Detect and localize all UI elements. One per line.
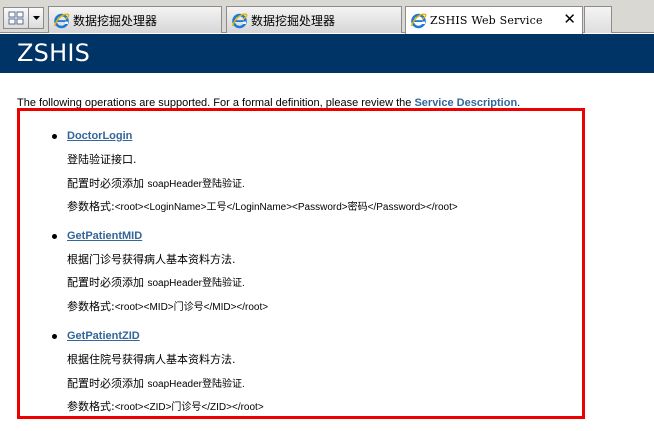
list-bullet bbox=[52, 334, 57, 339]
operation-config-note: 配置时必须添加 soapHeader登陆验证. bbox=[67, 175, 245, 191]
tab-1[interactable]: 数据挖掘处理器 bbox=[48, 6, 222, 33]
operation-config-note: 配置时必须添加 soapHeader登陆验证. bbox=[67, 274, 245, 290]
tab-list-button[interactable] bbox=[29, 7, 44, 29]
tab-3-active[interactable]: ZSHIS Web Service ✕ bbox=[405, 6, 583, 34]
format-value: <root><ZID>门诊号</ZID></root> bbox=[114, 402, 264, 413]
browser-tab-bar: 数据挖掘处理器 数据挖掘处理器 ZSHIS Web Service ✕ bbox=[0, 0, 654, 34]
operation-link-get-patient-mid[interactable]: GetPatientMID bbox=[67, 230, 142, 242]
operation-config-note: 配置时必须添加 soapHeader登陆验证. bbox=[67, 375, 245, 391]
operation-link-doctor-login[interactable]: DoctorLogin bbox=[67, 130, 132, 142]
operation-param-format: 参数格式:<root><LoginName>工号</LoginName><Pas… bbox=[67, 198, 458, 214]
service-header: ZSHIS bbox=[0, 34, 654, 73]
tab-label: 数据挖掘处理器 bbox=[73, 13, 158, 28]
list-bullet bbox=[52, 234, 57, 239]
format-value: <root><LoginName>工号</LoginName><Password… bbox=[114, 202, 458, 213]
operation-description: 根据住院号获得病人基本资料方法. bbox=[67, 353, 236, 366]
format-prefix: 参数格式: bbox=[67, 400, 115, 413]
operation-description: 根据门诊号获得病人基本资料方法. bbox=[67, 253, 236, 266]
list-bullet bbox=[52, 134, 57, 139]
tab-label: ZSHIS Web Service bbox=[430, 14, 543, 27]
config-prefix: 配置时必须添加 bbox=[67, 177, 144, 190]
operation-param-format: 参数格式:<root><MID>门诊号</MID></root> bbox=[67, 298, 268, 314]
operation-description: 登陆验证接口. bbox=[67, 153, 137, 166]
format-prefix: 参数格式: bbox=[67, 300, 115, 313]
ie-icon bbox=[410, 13, 427, 29]
format-prefix: 参数格式: bbox=[67, 200, 115, 213]
config-header: soapHeader登陆验证. bbox=[147, 278, 245, 289]
quick-tabs-button[interactable] bbox=[3, 7, 29, 29]
config-header: soapHeader登陆验证. bbox=[147, 379, 245, 390]
config-prefix: 配置时必须添加 bbox=[67, 377, 144, 390]
quick-tabs-icon bbox=[8, 11, 24, 25]
operation-param-format: 参数格式:<root><ZID>门诊号</ZID></root> bbox=[67, 398, 264, 414]
tab-label: 数据挖掘处理器 bbox=[251, 13, 336, 28]
service-title: ZSHIS bbox=[17, 39, 91, 67]
new-tab-button[interactable] bbox=[584, 6, 612, 33]
config-prefix: 配置时必须添加 bbox=[67, 276, 144, 289]
ie-icon bbox=[53, 13, 70, 28]
ie-icon bbox=[231, 13, 248, 28]
operation-link-get-patient-zid[interactable]: GetPatientZID bbox=[67, 330, 140, 342]
tab-2[interactable]: 数据挖掘处理器 bbox=[226, 6, 402, 33]
chevron-down-icon bbox=[32, 16, 40, 20]
config-header: soapHeader登陆验证. bbox=[147, 179, 245, 190]
close-icon[interactable]: ✕ bbox=[563, 12, 576, 27]
format-value: <root><MID>门诊号</MID></root> bbox=[114, 302, 269, 313]
